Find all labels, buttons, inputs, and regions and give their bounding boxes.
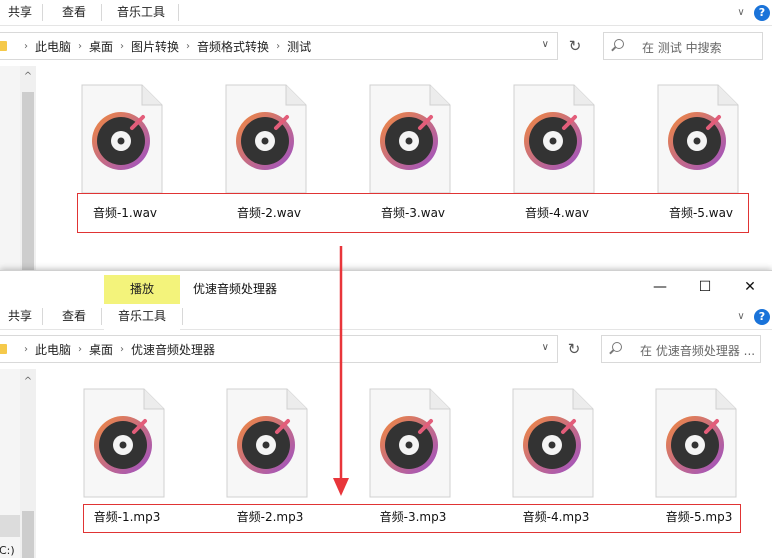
- ribbon-divider: [178, 4, 179, 21]
- tab-music-tools[interactable]: 音乐工具: [108, 0, 174, 26]
- breadcrumb: › 此电脑 › 桌面 › 优速音频处理器: [0, 336, 215, 362]
- search-icon: [614, 39, 624, 49]
- expand-ribbon-chevron-icon[interactable]: ∨: [734, 310, 748, 324]
- breadcrumb-test[interactable]: 测试: [287, 38, 311, 55]
- ribbon-bottom: 共享 查看 音乐工具 ∨ ?: [0, 304, 772, 330]
- search-placeholder: 在 优速音频处理器 ...: [640, 344, 756, 358]
- scroll-up-chevron-icon[interactable]: ^: [21, 70, 35, 84]
- breadcrumb-chevron-icon[interactable]: ›: [78, 41, 82, 52]
- folder-icon: [0, 344, 7, 354]
- address-history-chevron-down-icon[interactable]: ∨: [542, 39, 549, 50]
- ribbon-top: 共享 查看 音乐工具 ∨ ?: [0, 0, 772, 26]
- music-file-icon: [512, 388, 594, 498]
- breadcrumb-image-convert[interactable]: 图片转换: [131, 38, 179, 55]
- highlight-box-mp3: [83, 504, 741, 533]
- breadcrumb-desktop[interactable]: 桌面: [89, 38, 113, 55]
- navigation-scroll-thumb[interactable]: [22, 511, 34, 558]
- music-file-icon: [83, 388, 165, 498]
- drive-label-fragment[interactable]: C:): [0, 544, 15, 557]
- address-history-chevron-down-icon[interactable]: ∨: [542, 342, 549, 353]
- breadcrumb-chevron-icon[interactable]: ›: [78, 344, 82, 355]
- help-icon[interactable]: ?: [754, 309, 770, 325]
- breadcrumb-chevron-icon: ›: [24, 40, 28, 52]
- breadcrumb-this-pc[interactable]: 此电脑: [35, 38, 71, 55]
- maximize-icon[interactable]: ☐: [697, 279, 713, 295]
- ribbon-divider: [42, 308, 43, 325]
- breadcrumb-chevron-icon[interactable]: ›: [186, 41, 190, 52]
- music-file-icon: [225, 84, 307, 194]
- music-file-icon: [81, 84, 163, 194]
- refresh-icon[interactable]: ↻: [564, 32, 586, 60]
- breadcrumb-chevron-icon: ›: [24, 343, 28, 355]
- tab-play[interactable]: 播放: [104, 275, 180, 304]
- breadcrumb-chevron-icon[interactable]: ›: [120, 41, 124, 52]
- music-file-icon: [655, 388, 737, 498]
- help-icon[interactable]: ?: [754, 5, 770, 21]
- window-title: 优速音频处理器: [193, 282, 278, 296]
- address-bar[interactable]: › 此电脑 › 桌面 › 图片转换 › 音频格式转换 › 测试 ∨: [0, 32, 558, 60]
- ribbon-divider: [42, 4, 43, 21]
- highlight-box-wav: [77, 193, 749, 233]
- expand-ribbon-chevron-icon[interactable]: ∨: [734, 6, 748, 20]
- breadcrumb-chevron-icon[interactable]: ›: [120, 344, 124, 355]
- music-file-icon: [369, 388, 451, 498]
- breadcrumb-audio-format-convert[interactable]: 音频格式转换: [197, 38, 269, 55]
- music-file-icon: [513, 84, 595, 194]
- close-icon[interactable]: ✕: [742, 279, 758, 295]
- ribbon-divider: [101, 308, 102, 325]
- refresh-icon[interactable]: ↻: [563, 335, 585, 363]
- ribbon-divider: [101, 4, 102, 21]
- ribbon-divider: [182, 308, 183, 325]
- music-file-icon: [226, 388, 308, 498]
- arrow-head: [333, 478, 349, 496]
- tab-music-tools[interactable]: 音乐工具: [104, 304, 180, 330]
- search-input[interactable]: 在 优速音频处理器 ...: [601, 335, 761, 363]
- music-file-icon: [657, 84, 739, 194]
- bottom-explorer-window: 播放 优速音频处理器 — ☐ ✕ 共享 查看 音乐工具 ∨ ? › 此电脑 › …: [0, 270, 772, 558]
- tab-view[interactable]: 查看: [52, 0, 96, 26]
- breadcrumb-chevron-icon[interactable]: ›: [276, 41, 280, 52]
- top-explorer-window: 共享 查看 音乐工具 ∨ ? › 此电脑 › 桌面 › 图片转换 › 音频格式转…: [0, 0, 772, 270]
- tab-view[interactable]: 查看: [52, 304, 96, 330]
- breadcrumb-audio-processor[interactable]: 优速音频处理器: [131, 341, 215, 358]
- scroll-up-chevron-icon[interactable]: ^: [21, 375, 35, 389]
- search-placeholder: 在 测试 中搜索: [642, 41, 722, 55]
- breadcrumb-this-pc[interactable]: 此电脑: [35, 341, 71, 358]
- tab-share[interactable]: 共享: [0, 0, 40, 26]
- breadcrumb-desktop[interactable]: 桌面: [89, 341, 113, 358]
- search-input[interactable]: 在 测试 中搜索: [603, 32, 763, 60]
- conversion-arrow-icon: [333, 246, 349, 496]
- tab-share[interactable]: 共享: [0, 304, 40, 330]
- address-bar[interactable]: › 此电脑 › 桌面 › 优速音频处理器 ∨: [0, 335, 558, 363]
- search-icon: [612, 342, 622, 352]
- nav-selected-item[interactable]: [0, 515, 20, 537]
- navigation-scroll-thumb[interactable]: [22, 92, 34, 270]
- folder-icon: [0, 41, 7, 51]
- breadcrumb: › 此电脑 › 桌面 › 图片转换 › 音频格式转换 › 测试: [0, 33, 311, 59]
- minimize-icon[interactable]: —: [652, 279, 668, 295]
- music-file-icon: [369, 84, 451, 194]
